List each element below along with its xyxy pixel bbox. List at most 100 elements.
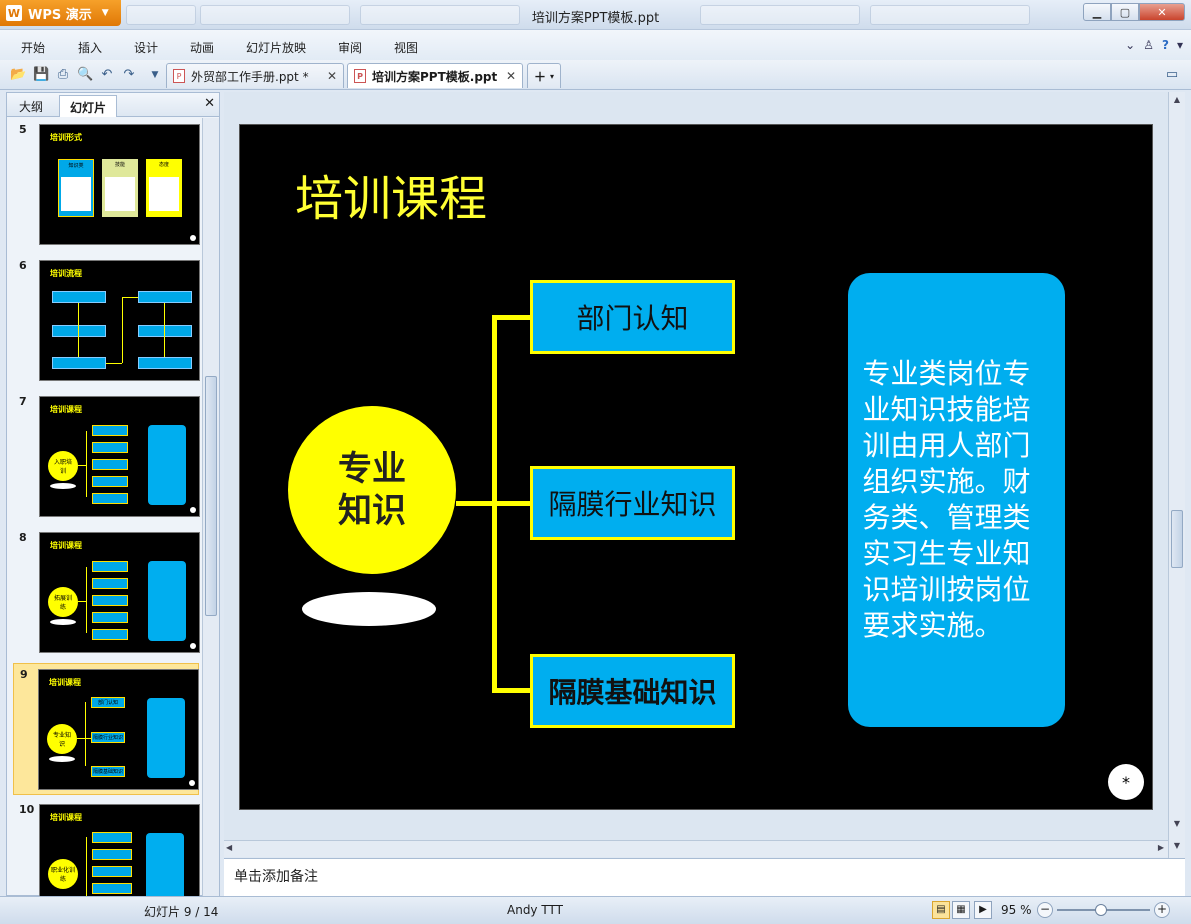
notes-placeholder[interactable]: 单击添加备注 [234,866,318,886]
slide-title[interactable]: 培训课程 [295,159,487,229]
new-tab-button[interactable]: ＋ ▾ [527,63,561,88]
thumbnail-title: 培训形式 [50,133,82,142]
open-folder-icon[interactable]: 📂 [10,67,26,83]
scroll-up-icon[interactable]: ▲ [1169,92,1185,108]
thumbnail-mark [190,643,196,649]
thumbnail-desc [146,833,184,896]
slideshow-button[interactable]: ▶ [974,901,992,919]
connector-branch-3 [492,688,532,693]
pane-tabs: 大纲 幻灯片 ✕ [7,93,219,117]
notes-pane[interactable]: 单击添加备注 [224,858,1185,896]
menu-design[interactable]: 设计 [134,39,158,56]
slide-editor: 培训课程 专业知识 部门认知 隔膜行业知识 隔膜基础知识 专业类岗位专业知识技能… [224,92,1168,840]
chevron-down-icon: ▾ [550,71,555,81]
thumbnail-box [138,357,192,369]
thumbnail-scrollbar[interactable] [202,118,219,896]
thumbnail-box [92,561,128,572]
minimize-button[interactable]: ▁ [1083,3,1111,21]
editor-vertical-scrollbar[interactable]: ▲ ▼ ▼ [1168,92,1185,860]
thumbnail-mark [190,235,196,241]
thumbnail-connector [77,738,91,739]
slide-indicator: 幻灯片 9 / 14 [144,905,219,919]
close-pane-icon[interactable]: ✕ [204,96,215,111]
thumbnail-desc [147,698,185,778]
slide-thumbnail-8[interactable]: 8 培训课程 拓展训练 [13,527,200,659]
print-icon[interactable]: ⎙ [55,67,71,83]
slide-thumbnail-10[interactable]: 10 培训课程 职业化训练 [13,799,200,896]
doc-tab-training-template[interactable]: P 培训方案PPT模板.ppt ✕ [347,63,523,88]
close-window-button[interactable]: ✕ [1139,3,1185,21]
shadow-ellipse[interactable] [302,592,436,626]
maximize-button[interactable]: ▢ [1111,3,1139,21]
slide-sorter-button[interactable]: ▦ [952,901,970,919]
thumbnail-connector [122,297,138,298]
thumbnail-box [52,325,106,337]
thumbnail-connector [78,303,79,357]
thumbnail-desc [148,425,186,505]
close-tab-icon[interactable]: ✕ [327,69,337,83]
redo-icon[interactable]: ↷ [121,67,137,83]
scroll-down-icon[interactable]: ▼ [1169,816,1185,832]
menu-animation[interactable]: 动画 [190,39,214,56]
thumbnail-ellipse [49,756,75,762]
thumbnail-connector [85,702,86,766]
menu-view[interactable]: 视图 [394,39,418,56]
slide-mark-icon: * [1108,764,1144,800]
branch-box-industry[interactable]: 隔膜行业知识 [530,466,735,540]
ppt-file-icon: P [173,69,185,83]
scroll-left-icon[interactable]: ◀ [226,843,232,852]
scrollbar-thumb[interactable] [205,376,217,616]
topic-circle[interactable]: 专业知识 [288,406,456,574]
zoom-slider-handle[interactable] [1095,904,1107,916]
slide-thumbnail-7[interactable]: 7 培训课程 入职培训 [13,391,200,523]
branch-box-basics[interactable]: 隔膜基础知识 [530,654,735,728]
undo-icon[interactable]: ↶ [99,67,115,83]
thumbnail-preview: 培训课程 职业化训练 [39,804,200,896]
menu-insert[interactable]: 插入 [78,39,102,56]
help-icon[interactable]: ? [1162,38,1169,52]
thumbnail-box [92,425,128,436]
branch-box-department[interactable]: 部门认知 [530,280,735,354]
menu-review[interactable]: 审阅 [338,39,362,56]
doc-tab-foreign-trade-manual[interactable]: P 外贸部工作手册.ppt * ✕ [166,63,344,88]
thumbnail-box [92,578,128,589]
slide-thumbnail-9[interactable]: 9 培训课程 专业知识 部门认知 隔膜行业知识 隔膜基础知识 [13,663,199,795]
close-tab-icon[interactable]: ✕ [506,69,516,83]
editor-horizontal-scrollbar[interactable]: ◀ ▶ [224,840,1168,857]
save-icon[interactable]: 💾 [33,67,49,83]
tab-slides[interactable]: 幻灯片 [59,95,118,117]
customize-toolbar-icon[interactable]: ▼ [147,67,163,83]
zoom-level[interactable]: 95 % [1001,903,1032,917]
skin-icon[interactable]: ♙ [1143,38,1154,52]
thumbnail-box-body [61,177,91,211]
thumbnail-mark [189,780,195,786]
thumbnail-box [92,612,128,623]
chevron-down-icon[interactable]: ▾ [1177,38,1183,52]
menu-home[interactable]: 开始 [21,39,45,56]
thumbnail-box [138,291,192,303]
slide-thumbnail-5[interactable]: 5 培训形式 知识类 技能 态度 [13,119,200,251]
zoom-in-button[interactable]: + [1154,902,1170,918]
tab-outline[interactable]: 大纲 [9,95,53,117]
slide-thumbnail-6[interactable]: 6 培训流程 [13,255,200,387]
menu-right-controls: ⌄ ♙ ? ▾ [1125,38,1183,52]
connector-branch-2 [492,501,532,506]
thumbnail-circle: 专业知识 [47,724,77,754]
description-box[interactable]: 专业类岗位专业知识技能培训由用人部门组织实施。财务类、管理类实习生专业知识培训按… [848,273,1065,727]
topic-circle-label: 专业知识 [338,449,406,531]
menu-slideshow[interactable]: 幻灯片放映 [246,39,306,56]
thumbnail-box [92,883,132,894]
chevron-down-icon[interactable]: ⌄ [1125,38,1135,52]
layout-toggle-icon[interactable]: ▭ [1164,67,1180,83]
scroll-right-icon[interactable]: ▶ [1158,843,1164,852]
thumbnail-box [138,325,192,337]
normal-view-button[interactable]: ▤ [932,901,950,919]
next-slide-icon[interactable]: ▼ [1169,838,1185,854]
scrollbar-thumb[interactable] [1171,510,1183,568]
print-preview-icon[interactable]: 🔍 [77,67,93,83]
thumbnail-title: 培训课程 [49,678,81,687]
zoom-out-button[interactable]: − [1037,902,1053,918]
connector-branch-1 [492,315,532,320]
slide-number: 5 [19,123,27,136]
current-slide[interactable]: 培训课程 专业知识 部门认知 隔膜行业知识 隔膜基础知识 专业类岗位专业知识技能… [239,124,1153,810]
